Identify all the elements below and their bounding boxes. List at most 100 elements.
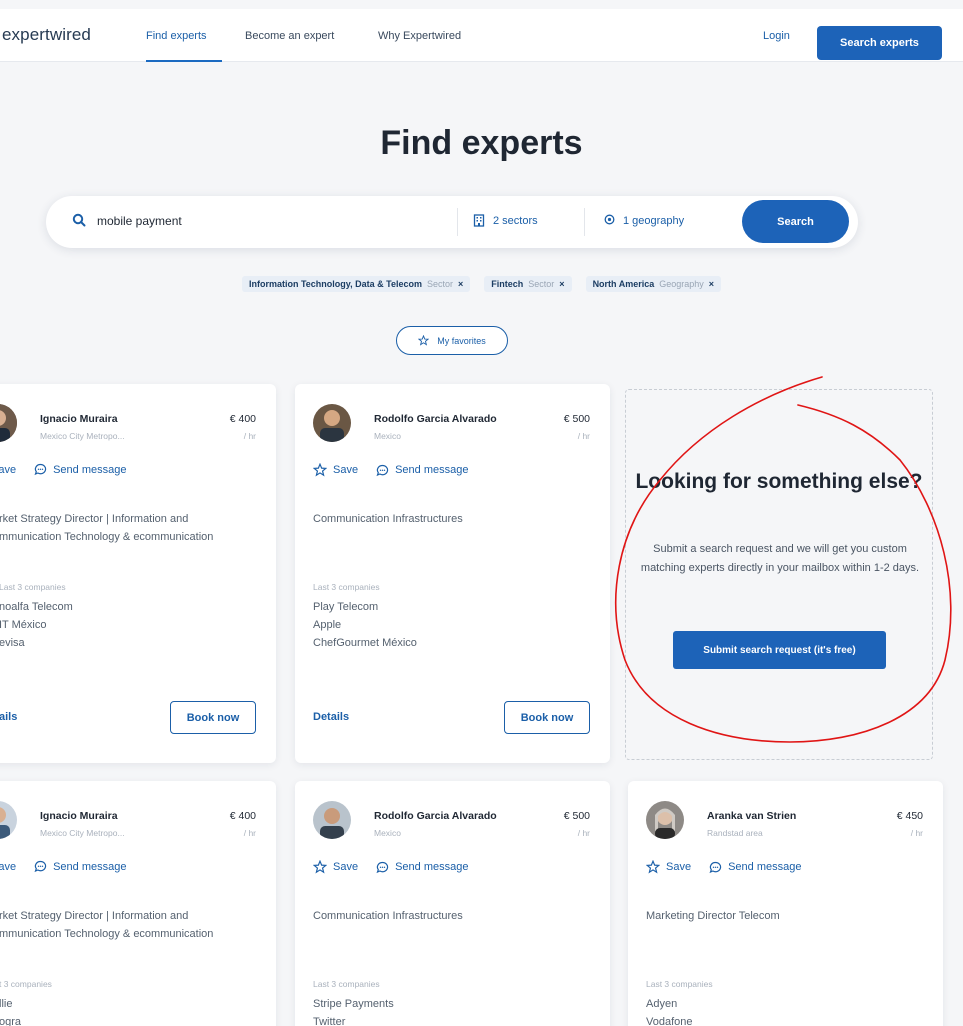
sectors-filter[interactable]: 2 sectors	[473, 214, 538, 227]
expert-card: Aranka van Strien Randstad area € 450 / …	[628, 781, 943, 1026]
expert-price: € 400	[229, 810, 256, 822]
company-list: noalfa Telecom IT México evisa	[0, 598, 73, 652]
company: Vodafone	[646, 1016, 693, 1026]
avatar	[313, 801, 351, 839]
expert-price: € 450	[896, 810, 923, 822]
save-button[interactable]: Save	[0, 860, 16, 873]
expert-name[interactable]: Ignacio Muraira	[40, 810, 118, 822]
chip-type: Sector	[426, 279, 453, 289]
building-icon	[473, 214, 485, 227]
location-pin-icon	[604, 214, 615, 225]
details-link[interactable]: Details	[313, 711, 349, 723]
geography-filter[interactable]: 1 geography	[604, 214, 684, 227]
expert-location: Mexico City Metropo...	[40, 828, 125, 838]
company-list: llie ogra	[0, 995, 21, 1026]
divider	[584, 208, 585, 236]
filter-chip: Information Technology, Data & Telecom S…	[241, 276, 471, 292]
nav-why-expertwired[interactable]: Why Expertwired	[378, 30, 461, 42]
save-button[interactable]: Save	[313, 860, 358, 874]
last-companies-label: Last 3 companies	[646, 979, 713, 989]
save-button[interactable]: Save	[0, 463, 16, 476]
star-icon	[313, 860, 327, 874]
star-icon	[646, 860, 660, 874]
save-label: Save	[333, 464, 359, 476]
my-favorites-button[interactable]: My favorites	[396, 326, 508, 355]
avatar	[0, 404, 17, 442]
divider	[457, 208, 458, 236]
send-message-button[interactable]: Send message	[376, 860, 468, 874]
company-list: Play Telecom Apple ChefGourmet México	[313, 598, 417, 652]
expert-card: Rodolfo Garcia Alvarado Mexico € 500 / h…	[295, 781, 610, 1026]
top-navigation: expertwired Find experts Become an exper…	[0, 9, 963, 62]
company: Apple	[313, 619, 342, 631]
expert-name[interactable]: Aranka van Strien	[707, 810, 796, 822]
price-unit: / hr	[577, 431, 590, 441]
avatar	[313, 404, 351, 442]
nav-become-expert[interactable]: Become an expert	[245, 30, 334, 42]
expert-role: rket Strategy Director | Information and…	[0, 910, 214, 940]
expert-price: € 500	[563, 413, 590, 425]
last-companies-label: Last 3 companies	[313, 582, 380, 592]
last-companies-label: t 3 companies	[0, 979, 52, 989]
chat-bubble-icon	[34, 463, 47, 476]
chip-remove-icon[interactable]: ×	[458, 279, 463, 289]
chip-remove-icon[interactable]: ×	[559, 279, 564, 289]
chat-bubble-icon	[376, 464, 389, 476]
page-title: Find experts	[380, 124, 583, 162]
search-input[interactable]: mobile payment	[97, 214, 182, 228]
nav-find-experts[interactable]: Find experts	[146, 30, 207, 42]
details-link[interactable]: ails	[0, 711, 17, 723]
send-message-button[interactable]: Send message	[34, 860, 126, 873]
expert-role: Communication Infrastructures	[313, 910, 463, 922]
logo[interactable]: expertwired	[2, 25, 91, 45]
search-experts-button[interactable]: Search experts	[817, 26, 942, 60]
search-button[interactable]: Search	[742, 200, 849, 243]
company: ogra	[0, 1016, 22, 1026]
expert-location: Mexico	[374, 828, 401, 838]
company: ChefGourmet México	[313, 637, 417, 649]
save-label: Save	[0, 463, 17, 476]
expert-card: Ignacio Muraira Mexico City Metropo... €…	[0, 384, 276, 763]
submit-search-request-button[interactable]: Submit search request (it's free)	[673, 631, 886, 669]
send-message-button[interactable]: Send message	[376, 463, 468, 477]
book-now-button[interactable]: Book now	[504, 701, 590, 734]
last-companies-label: Last 3 companies	[0, 582, 66, 592]
filter-chip: North America Geography ×	[585, 276, 722, 292]
chat-bubble-icon	[376, 861, 389, 873]
search-icon	[72, 213, 86, 232]
login-link[interactable]: Login	[763, 30, 790, 42]
expert-location: Mexico City Metropo...	[40, 431, 125, 441]
active-filters: Information Technology, Data & Telecom S…	[0, 276, 963, 292]
last-companies-label: Last 3 companies	[313, 979, 380, 989]
price-unit: / hr	[910, 828, 923, 838]
company: Stripe Payments	[313, 998, 394, 1010]
save-button[interactable]: Save	[646, 860, 691, 874]
company: IT México	[0, 619, 47, 631]
sectors-label: 2 sectors	[493, 214, 538, 227]
company: evisa	[0, 637, 25, 649]
price-unit: / hr	[577, 828, 590, 838]
save-label: Save	[333, 861, 359, 873]
expert-name[interactable]: Rodolfo Garcia Alvarado	[374, 810, 497, 822]
expert-name[interactable]: Ignacio Muraira	[40, 413, 118, 425]
expert-card: Rodolfo Garcia Alvarado Mexico € 500 / h…	[295, 384, 610, 763]
send-message-button[interactable]: Send message	[34, 463, 126, 476]
search-request-promo: Looking for something else? Submit a sea…	[625, 389, 933, 760]
expert-card: Ignacio Muraira Mexico City Metropo... €…	[0, 781, 276, 1026]
save-button[interactable]: Save	[313, 463, 358, 477]
send-message-button[interactable]: Send message	[709, 860, 801, 874]
company-list: Adyen Vodafone	[646, 995, 693, 1026]
chip-label: Fintech	[491, 279, 524, 289]
active-tab-indicator	[146, 60, 222, 62]
avatar	[0, 801, 17, 839]
expert-location: Mexico	[374, 431, 401, 441]
book-now-button[interactable]: Book now	[170, 701, 256, 734]
favorites-label: My favorites	[437, 335, 486, 346]
company: noalfa Telecom	[0, 601, 73, 613]
expert-name[interactable]: Rodolfo Garcia Alvarado	[374, 413, 497, 425]
expert-location: Randstad area	[707, 828, 763, 838]
save-label: Save	[0, 860, 17, 873]
chip-type: Geography	[659, 279, 704, 289]
chip-remove-icon[interactable]: ×	[709, 279, 714, 289]
chip-type: Sector	[528, 279, 555, 289]
